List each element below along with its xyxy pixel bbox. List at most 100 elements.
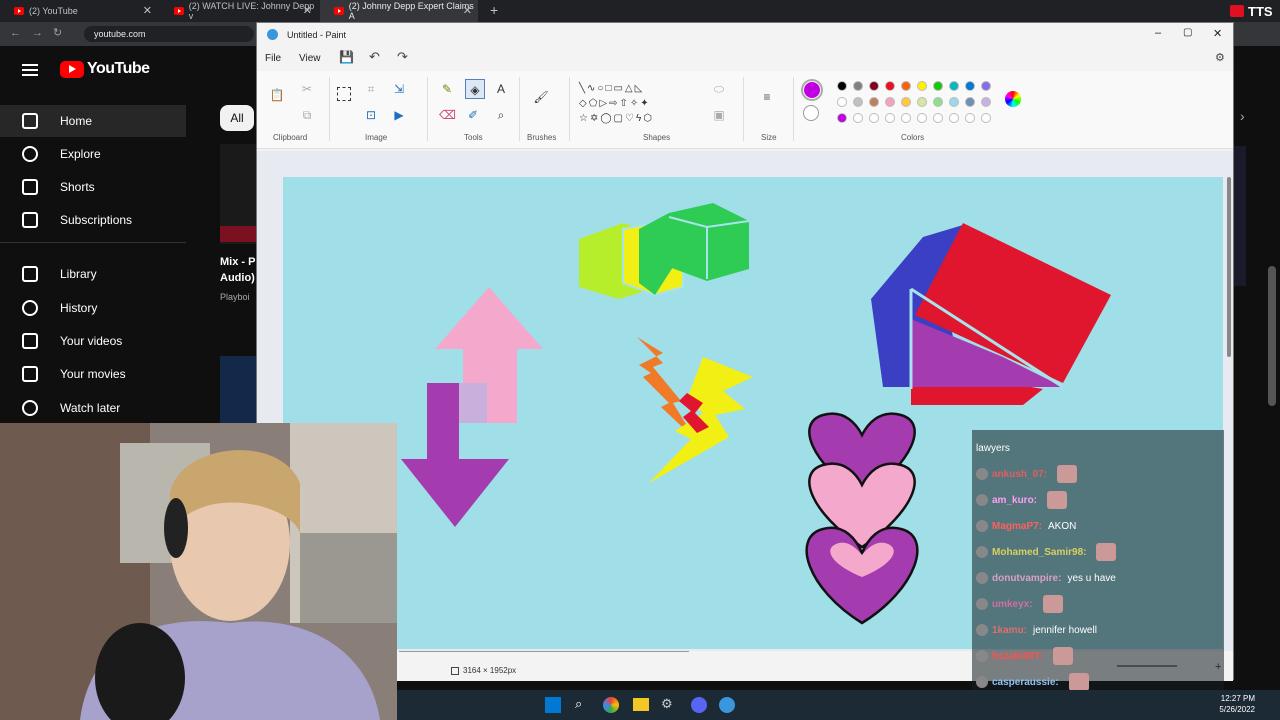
palette-swatch-empty[interactable] — [949, 113, 959, 123]
palette-swatch-empty[interactable] — [933, 113, 943, 123]
palette-swatch[interactable] — [869, 81, 879, 91]
shapes-gallery[interactable]: ╲∿○□▭△◺ ◇⬠▷⇨⇧✧✦ ☆✡◯▢♡ϟ⬡ — [579, 81, 699, 126]
text-icon[interactable]: A — [493, 81, 509, 97]
palette-swatch[interactable] — [949, 81, 959, 91]
palette-swatch[interactable] — [885, 97, 895, 107]
image-resize-icon[interactable]: ⊡ — [363, 107, 379, 123]
resize-icon[interactable]: ⇲ — [391, 81, 407, 97]
palette-swatch[interactable] — [981, 97, 991, 107]
address-bar[interactable]: youtube.com — [84, 26, 254, 42]
sidebar-item-library[interactable]: Library — [0, 258, 186, 290]
palette-swatch[interactable] — [949, 97, 959, 107]
rotate-icon[interactable]: ▶ — [391, 107, 407, 123]
undo-icon[interactable]: ↶ — [369, 49, 380, 65]
chat-username[interactable]: Mohamed_Samir98: — [992, 547, 1086, 558]
chat-username[interactable]: 1kamu: — [992, 625, 1027, 636]
palette-swatch[interactable] — [965, 97, 975, 107]
magnifier-icon[interactable]: ⌕ — [493, 107, 509, 123]
palette-swatch-empty[interactable] — [981, 113, 991, 123]
palette-swatch[interactable] — [901, 81, 911, 91]
new-tab-icon[interactable]: + — [490, 2, 498, 18]
discord-icon[interactable] — [691, 697, 707, 713]
palette-swatch[interactable] — [901, 97, 911, 107]
copy-icon[interactable]: ⧉ — [299, 107, 315, 123]
palette-swatch[interactable] — [837, 113, 847, 123]
palette-swatch[interactable] — [853, 81, 863, 91]
file-explorer-icon[interactable] — [633, 698, 649, 711]
palette-swatch[interactable] — [837, 81, 847, 91]
sidebar-item-explore[interactable]: Explore — [0, 138, 186, 170]
chat-username[interactable]: casperaussie: — [992, 677, 1059, 688]
paste-icon[interactable]: 📋 — [269, 87, 285, 103]
cut-icon[interactable]: ✂ — [299, 81, 315, 97]
palette-swatch-empty[interactable] — [965, 113, 975, 123]
size-icon[interactable]: ≡ — [759, 89, 775, 105]
forward-icon[interactable]: → — [32, 27, 43, 39]
palette-swatch-empty[interactable] — [869, 113, 879, 123]
maximize-icon[interactable]: ▢ — [1183, 27, 1192, 38]
chat-username[interactable]: umkeyx: — [992, 599, 1033, 610]
sidebar-item-shorts[interactable]: Shorts — [0, 171, 186, 203]
eraser-icon[interactable]: ⌫ — [439, 107, 456, 123]
sidebar-item-home[interactable]: Home — [0, 105, 186, 137]
color-picker-icon[interactable]: ✐ — [465, 107, 481, 123]
sidebar-item-subscriptions[interactable]: Subscriptions — [0, 204, 186, 236]
palette-swatch[interactable] — [853, 97, 863, 107]
video-title[interactable]: Mix - P Audio) — [220, 254, 256, 286]
browser-tab[interactable]: (2) WATCH LIVE: Johnny Depp v ✕ — [160, 0, 318, 22]
palette-swatch-empty[interactable] — [901, 113, 911, 123]
windows-start-icon[interactable] — [545, 697, 561, 713]
reload-icon[interactable]: ↻ — [53, 26, 62, 39]
paint-taskbar-icon[interactable] — [719, 697, 735, 713]
minimize-icon[interactable]: – — [1155, 27, 1161, 39]
palette-swatch-empty[interactable] — [917, 113, 927, 123]
search-icon[interactable]: ⌕ — [575, 696, 582, 712]
crop-icon[interactable]: ⌗ — [363, 81, 379, 97]
chat-username[interactable]: donutvampire: — [992, 573, 1061, 584]
chat-username[interactable]: MagmaP7: — [992, 521, 1042, 532]
chat-username[interactable]: hszabi007: — [992, 651, 1043, 662]
close-tab-icon[interactable]: ✕ — [463, 4, 472, 17]
fill-shape-icon[interactable]: ▣ — [711, 107, 727, 123]
chrome-icon[interactable] — [603, 697, 619, 713]
sidebar-item-watch-later[interactable]: Watch later — [0, 392, 186, 424]
palette-swatch-empty[interactable] — [853, 113, 863, 123]
back-icon[interactable]: ← — [10, 27, 21, 39]
redo-icon[interactable]: ↷ — [397, 49, 408, 65]
chip-all[interactable]: All — [220, 105, 254, 131]
horizontal-scrollbar[interactable] — [399, 651, 689, 652]
video-thumbnail[interactable] — [220, 144, 256, 244]
youtube-logo[interactable]: YouTube — [60, 60, 150, 78]
chat-username[interactable]: ankush_07: — [992, 469, 1047, 480]
palette-swatch[interactable] — [981, 81, 991, 91]
close-icon[interactable]: ✕ — [1213, 27, 1222, 40]
brush-icon[interactable]: 🖌 — [533, 89, 549, 105]
hamburger-menu-icon[interactable] — [22, 64, 38, 76]
video-channel[interactable]: Playboi — [220, 292, 256, 302]
secondary-color[interactable] — [803, 105, 819, 121]
video-thumbnail[interactable] — [220, 356, 256, 424]
save-icon[interactable]: 💾 — [339, 50, 354, 64]
palette-swatch[interactable] — [837, 97, 847, 107]
system-clock[interactable]: 12:27 PM 5/26/2022 — [1195, 693, 1255, 715]
sidebar-item-history[interactable]: History — [0, 292, 186, 324]
settings-gear-icon[interactable]: ⚙ — [661, 696, 673, 712]
palette-swatch[interactable] — [933, 81, 943, 91]
palette-swatch[interactable] — [917, 97, 927, 107]
browser-tab[interactable]: (2) YouTube ✕ — [0, 0, 158, 22]
palette-swatch-empty[interactable] — [885, 113, 895, 123]
scrollbar[interactable] — [1268, 266, 1276, 406]
palette-swatch[interactable] — [917, 81, 927, 91]
fill-icon[interactable]: ◈ — [465, 79, 485, 99]
edit-colors-icon[interactable] — [1005, 91, 1021, 107]
browser-tab-active[interactable]: (2) Johnny Depp Expert Claims A ✕ — [320, 0, 478, 22]
settings-icon[interactable]: ⚙ — [1215, 51, 1225, 64]
sidebar-item-your-videos[interactable]: Your videos — [0, 325, 186, 357]
close-tab-icon[interactable]: ✕ — [143, 4, 152, 17]
menu-view[interactable]: View — [299, 53, 321, 64]
pencil-icon[interactable]: ✎ — [439, 81, 455, 97]
outline-icon[interactable]: ⬭ — [711, 81, 727, 97]
select-icon[interactable] — [337, 87, 351, 101]
close-tab-icon[interactable]: ✕ — [303, 4, 312, 17]
palette-swatch[interactable] — [933, 97, 943, 107]
